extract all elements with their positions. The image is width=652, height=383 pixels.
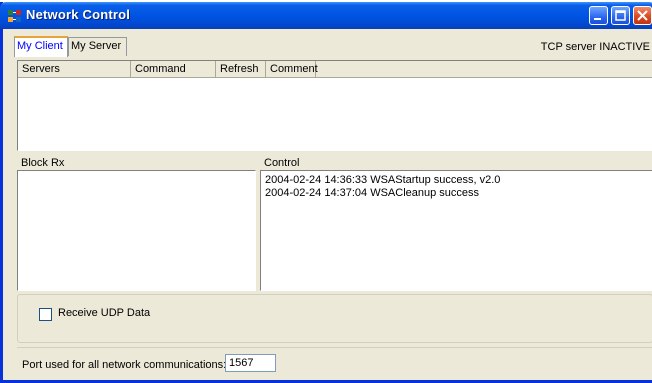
close-button[interactable] — [633, 6, 652, 25]
tab-my-server[interactable]: My Server — [68, 37, 127, 56]
divider — [17, 347, 652, 348]
network-app-icon — [8, 10, 21, 22]
servers-list-header: Servers Command Refresh Comment — [18, 61, 652, 78]
minimize-icon — [594, 18, 601, 20]
tab-label: My Server — [71, 40, 122, 52]
minimize-button[interactable] — [589, 6, 608, 25]
maximize-button[interactable] — [611, 6, 630, 25]
pane-header-strip: Block Rx Control — [17, 153, 652, 170]
network-control-window: Network Control My Client My Server TCP … — [0, 2, 652, 383]
maximize-icon — [615, 10, 626, 21]
column-refresh[interactable]: Refresh — [216, 61, 266, 77]
log-line: 2004-02-24 14:36:33 WSAStartup success, … — [265, 174, 501, 186]
receive-udp-label[interactable]: Receive UDP Data — [58, 307, 150, 319]
control-label: Control — [264, 157, 300, 169]
log-line: 2004-02-24 14:37:04 WSACleanup success — [265, 187, 480, 199]
close-icon — [637, 10, 648, 21]
column-command[interactable]: Command — [131, 61, 216, 77]
server-status-text: TCP server INACTIVE — [540, 41, 650, 53]
window-title: Network Control — [26, 7, 131, 22]
tab-my-client[interactable]: My Client — [14, 36, 68, 57]
block-rx-label: Block Rx — [21, 157, 65, 169]
receive-udp-checkbox[interactable] — [39, 308, 52, 321]
column-comment[interactable]: Comment — [266, 61, 318, 77]
servers-list[interactable]: Servers Command Refresh Comment — [17, 60, 652, 151]
title-bar[interactable]: Network Control — [0, 2, 652, 29]
column-servers[interactable]: Servers — [18, 61, 131, 77]
port-input[interactable]: 1567 — [225, 354, 276, 372]
control-log-pane[interactable]: 2004-02-24 14:36:33 WSAStartup success, … — [260, 170, 652, 291]
block-rx-pane[interactable] — [17, 170, 256, 291]
port-label: Port used for all network communications… — [22, 359, 227, 371]
tab-label: My Client — [17, 40, 63, 52]
